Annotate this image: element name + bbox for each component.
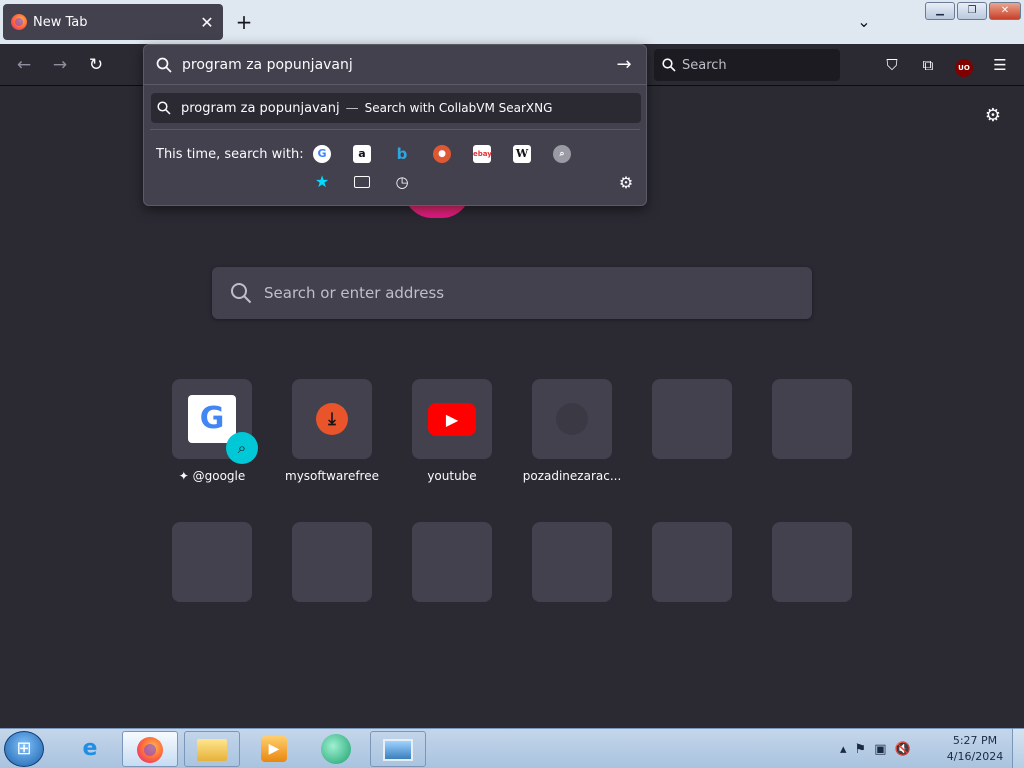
urlbar[interactable]: →: [144, 45, 646, 85]
back-button[interactable]: ←: [12, 53, 36, 77]
youtube-icon: ▶: [428, 403, 476, 436]
google-icon: G: [188, 395, 236, 443]
pocket-icon[interactable]: ⛉: [880, 53, 904, 77]
app-icon[interactable]: [308, 731, 364, 767]
top-site-empty[interactable]: [772, 522, 852, 602]
tab-strip: New Tab ✕ + ⌄ ▁ ❐ ✕: [0, 0, 1024, 44]
duckduckgo-icon[interactable]: ●: [433, 145, 451, 163]
site-favicon-icon: [556, 403, 588, 435]
go-arrow-icon[interactable]: →: [612, 53, 636, 77]
reload-button[interactable]: ↻: [84, 53, 108, 77]
clock-time: 5:27 PM: [952, 734, 998, 747]
amazon-icon[interactable]: a: [353, 145, 371, 163]
show-desktop-button[interactable]: [1012, 729, 1024, 768]
search-icon: [157, 101, 171, 115]
newtab-settings-gear-icon[interactable]: ⚙: [982, 105, 1004, 127]
search-suggestion-row[interactable]: program za popunjavanj — Search with Col…: [151, 93, 641, 123]
show-hidden-icons-icon[interactable]: ▴: [840, 742, 847, 757]
wikipedia-icon[interactable]: W: [513, 145, 531, 163]
tab-close-icon[interactable]: ✕: [199, 13, 215, 32]
top-site-label: ✦ @google: [152, 469, 272, 483]
top-site-empty[interactable]: [532, 522, 612, 602]
pin-icon: ✦: [178, 469, 193, 483]
search-with-label: This time, search with:: [156, 147, 304, 162]
top-site-pozadinezarac-label: pozadinezarac...: [522, 469, 622, 483]
suggestion-separator: —: [345, 100, 359, 116]
divider: [150, 129, 640, 130]
internet-explorer-icon[interactable]: e: [62, 731, 118, 767]
suggestion-action: Search with CollabVM SearXNG: [364, 101, 553, 115]
history-clock-icon[interactable]: ◷: [393, 173, 411, 191]
ublock-icon: UO: [955, 59, 973, 77]
firefox-icon: [137, 737, 163, 763]
ublock-origin-button[interactable]: UO: [952, 53, 976, 77]
search-settings-gear-icon[interactable]: ⚙: [616, 173, 636, 193]
search-icon: [231, 283, 252, 304]
menu-hamburger-icon[interactable]: ☰: [988, 53, 1012, 77]
tabs-icon[interactable]: [353, 173, 371, 191]
volume-muted-icon[interactable]: 🔇: [894, 742, 910, 757]
extensions-icon[interactable]: ⧉: [916, 53, 940, 77]
top-site-mysoftwarefree-label: mysoftwarefree: [285, 469, 379, 483]
top-site-empty[interactable]: [652, 379, 732, 459]
search-bar-placeholder: Search: [682, 57, 727, 73]
search-icon: [662, 58, 676, 72]
taskbar: ⊞ e ▶ ▴ ⚑ ▣ 🔇 5:27 PM 4/16/2024: [0, 728, 1024, 768]
bing-icon[interactable]: b: [393, 145, 411, 163]
system-tray: ▴ ⚑ ▣ 🔇: [840, 735, 911, 763]
newtab-search-box[interactable]: Search or enter address: [212, 267, 812, 319]
newtab-search-placeholder: Search or enter address: [264, 284, 445, 302]
picture-viewer-icon[interactable]: [370, 731, 426, 767]
list-all-tabs-button[interactable]: ⌄: [852, 10, 876, 34]
window-minimize-button[interactable]: ▁: [925, 2, 955, 20]
ebay-icon[interactable]: ebay: [473, 145, 492, 163]
forward-button[interactable]: →: [48, 53, 72, 77]
top-site-mysoftwarefree[interactable]: ⤓: [292, 379, 372, 459]
firefox-icon: [11, 14, 27, 30]
window-restore-button[interactable]: ❐: [957, 2, 987, 20]
search-icon: [156, 57, 172, 73]
clock-date: 4/16/2024: [946, 750, 1004, 763]
searxng-icon[interactable]: ⌕: [553, 145, 571, 163]
top-site-empty[interactable]: [412, 522, 492, 602]
new-tab-button[interactable]: +: [232, 10, 256, 34]
suggestion-query: program za popunjavanj: [181, 100, 340, 116]
top-site-youtube[interactable]: ▶: [412, 379, 492, 459]
search-shortcut-badge-icon: ⌕: [226, 432, 258, 464]
tab-title: New Tab: [33, 14, 88, 30]
bookmarks-star-icon[interactable]: ★: [313, 173, 331, 191]
search-bar[interactable]: Search: [654, 49, 840, 81]
urlbar-dropdown: → program za popunjavanj — Search with C…: [143, 44, 647, 206]
download-icon: ⤓: [316, 403, 348, 435]
taskbar-firefox-button[interactable]: [122, 731, 178, 767]
top-site-empty[interactable]: [292, 522, 372, 602]
top-site-empty[interactable]: [652, 522, 732, 602]
google-icon[interactable]: G: [313, 145, 331, 163]
media-player-icon[interactable]: ▶: [246, 731, 302, 767]
network-icon[interactable]: ▣: [874, 742, 886, 757]
clock[interactable]: 5:27 PM 4/16/2024: [940, 733, 1010, 765]
start-button[interactable]: ⊞: [4, 731, 44, 767]
urlbar-input[interactable]: [182, 56, 602, 73]
top-site-pozadinezarac[interactable]: [532, 379, 612, 459]
top-site-google-label: @google: [192, 469, 246, 483]
top-site-google[interactable]: G ⌕: [172, 379, 258, 464]
file-explorer-icon[interactable]: [184, 731, 240, 767]
window-close-button[interactable]: ✕: [989, 2, 1021, 20]
top-site-youtube-label: youtube: [427, 469, 477, 483]
top-site-empty[interactable]: [772, 379, 852, 459]
top-site-empty[interactable]: [172, 522, 252, 602]
tab-new-tab[interactable]: New Tab ✕: [3, 4, 223, 40]
action-center-flag-icon[interactable]: ⚑: [855, 742, 867, 757]
